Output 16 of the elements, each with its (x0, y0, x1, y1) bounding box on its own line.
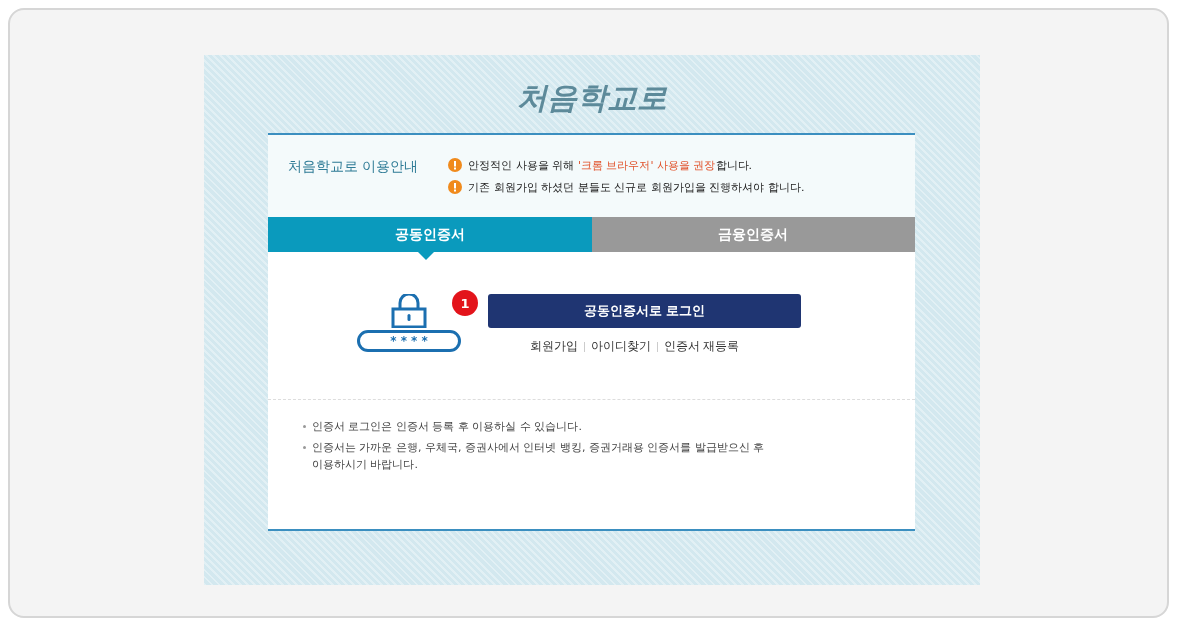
warning-icon (448, 180, 463, 194)
link[interactable]: 인증서 재등록 (663, 338, 740, 355)
link[interactable]: 아이디찾기 (590, 338, 651, 355)
notice-text: 안정적인 사용을 위해 '크롬 브라우저' 사용을 권장합니다. (468, 157, 752, 173)
warning-icon (448, 158, 463, 172)
logo: 처음학교로 (516, 79, 667, 117)
lock-icon (391, 294, 427, 328)
note-text: 인증서 로그인은 인증서 등록 후 이용하실 수 있습니다. (312, 419, 582, 435)
tab-pointer-icon (418, 252, 434, 260)
step-badge: 1 (452, 290, 478, 316)
notice-title: 처음학교로 이용안내 (288, 158, 419, 176)
link[interactable]: 회원가입 (529, 338, 578, 355)
notice-text: 기존 회원가입 하셨던 분들도 신규로 회원가입을 진행하셔야 합니다. (468, 179, 805, 195)
password-field-icon: * * * * (357, 330, 461, 352)
note-text: 인증서는 가까운 은행, 우체국, 증권사에서 인터넷 뱅킹, 증권거래용 인증서를 발급받으신 후 이용하시기 바랍니다. (312, 440, 766, 473)
login-button[interactable]: 공동인증서로 로그인 (488, 294, 801, 328)
